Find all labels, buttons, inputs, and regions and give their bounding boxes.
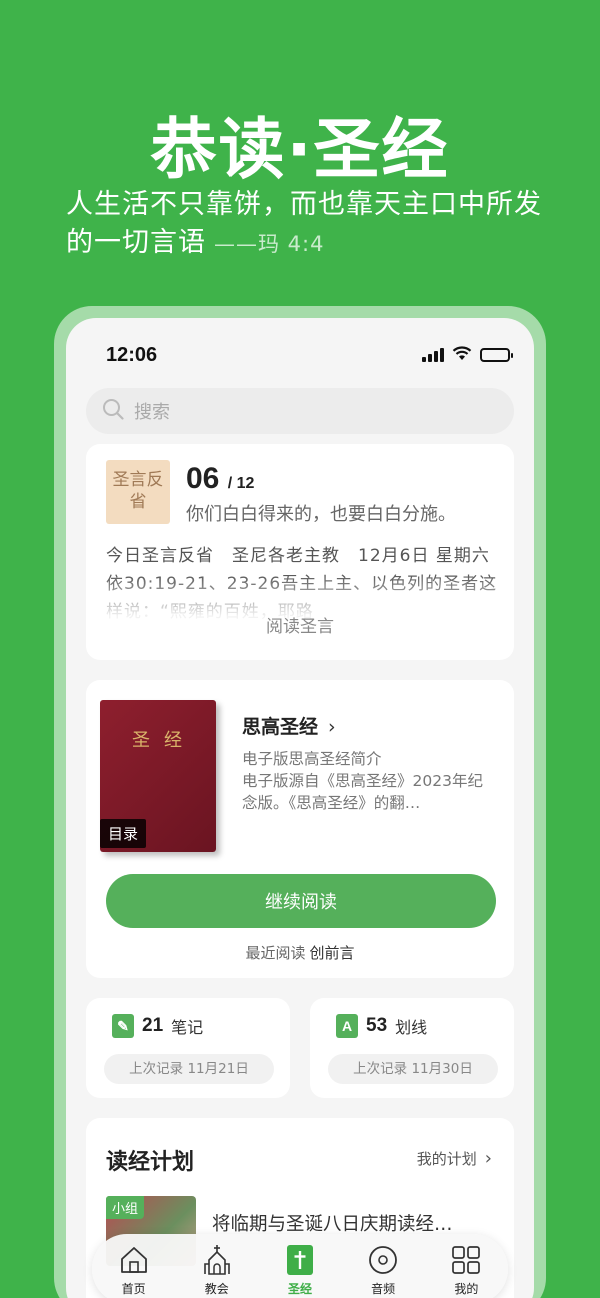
proverb-verse: 你们白白得来的，也要白白分施。 — [186, 504, 456, 525]
recent-chapter: 创前言 — [309, 944, 355, 962]
highlights-header: A 53 划线 — [336, 1014, 427, 1038]
daily-proverb-card[interactable]: 圣言反省 06 / 12 你们白白得来的，也要白白分施。 今日圣言反省 圣尼各老… — [86, 444, 514, 660]
notes-header: ✎ 21 笔记 — [112, 1014, 203, 1038]
bible-name: 思高圣经 — [242, 716, 319, 738]
hero-title: 恭读·圣经 — [150, 111, 450, 188]
church-icon — [182, 1244, 252, 1276]
status-icons — [422, 345, 513, 365]
chevron-right-icon: › — [328, 716, 336, 738]
bible-description: 电子版思高圣经简介 电子版源自《思高圣经》2023年纪念版。《思高圣经》的翻… — [242, 748, 494, 814]
battery-icon — [480, 348, 513, 362]
plan-item-title[interactable]: 将临期与圣诞八日庆期读经… — [212, 1210, 502, 1236]
proverb-day: 06 — [186, 462, 220, 495]
status-time: 12:06 — [106, 343, 158, 366]
highlights-count: 53 — [366, 1015, 388, 1036]
tab-church[interactable]: 教会 — [182, 1244, 252, 1297]
my-plans-link[interactable]: 我的计划 › — [417, 1148, 492, 1169]
proverb-month: / 12 — [227, 475, 255, 492]
hero-quote: 人生活不只靠饼，而也靠天主口中所发的一切言语 ——玛 4:4 — [66, 186, 546, 263]
highlights-card[interactable]: A 53 划线 上次记录 11月30日 — [310, 998, 514, 1098]
recent-label: 最近阅读 — [245, 944, 306, 962]
tab-home[interactable]: 首页 — [99, 1244, 169, 1297]
tab-bible[interactable]: 圣经 — [254, 1234, 345, 1298]
search-placeholder: 搜索 — [134, 402, 170, 423]
search-bar[interactable]: 搜索 — [86, 388, 514, 434]
tab-home-label: 首页 — [121, 1282, 146, 1296]
toc-button[interactable]: 目录 — [100, 819, 147, 848]
notes-last-record: 上次记录 11月21日 — [104, 1054, 274, 1084]
highlights-label: 划线 — [395, 1018, 428, 1037]
wifi-icon — [452, 345, 472, 365]
signal-icon — [422, 348, 444, 362]
tab-profile[interactable]: 我的 — [431, 1244, 501, 1297]
read-proverb-link[interactable]: 阅读圣言 — [86, 612, 514, 637]
bible-cover-title: 圣经 — [132, 730, 196, 751]
notes-card[interactable]: ✎ 21 笔记 上次记录 11月21日 — [86, 998, 290, 1098]
proverb-tile: 圣言反省 — [106, 460, 170, 524]
chevron-right-icon: › — [484, 1148, 492, 1169]
proverb-date: 06 / 12 — [186, 462, 254, 496]
group-tag: 小组 — [106, 1196, 145, 1219]
bible-desc-rest: 电子版源自《思高圣经》2023年纪念版。《思高圣经》的翻… — [242, 772, 483, 812]
recent-reading[interactable]: 最近阅读 创前言 — [86, 942, 514, 963]
notes-label: 笔记 — [171, 1018, 204, 1037]
disc-icon — [348, 1244, 418, 1276]
tab-bible-label: 圣经 — [287, 1282, 312, 1296]
hero-quote-reference: ——玛 4:4 — [214, 232, 325, 256]
bible-icon — [265, 1244, 335, 1276]
status-bar: 12:06 — [106, 342, 513, 368]
phone-screen: 12:06 搜索 圣言反省 06 / 12 你们白白得来的，也要白白分施。 今日… — [66, 318, 534, 1298]
highlight-icon: A — [336, 1014, 358, 1038]
tab-profile-label: 我的 — [454, 1282, 479, 1296]
bible-desc-line1: 电子版思高圣经简介 — [242, 750, 382, 768]
bible-card: 圣经 目录 思高圣经 › 电子版思高圣经简介 电子版源自《思高圣经》2023年纪念… — [86, 680, 514, 978]
continue-reading-button[interactable]: 继续阅读 — [106, 874, 496, 928]
plan-title: 读经计划 — [106, 1150, 195, 1175]
home-icon — [99, 1244, 169, 1276]
profile-grid-icon — [431, 1244, 501, 1276]
tab-audio[interactable]: 音频 — [348, 1244, 418, 1297]
note-icon: ✎ — [112, 1014, 134, 1038]
tab-church-label: 教会 — [204, 1282, 229, 1296]
bible-cover[interactable]: 圣经 目录 — [100, 700, 216, 852]
search-icon — [102, 398, 124, 424]
tab-audio-label: 音频 — [371, 1282, 396, 1296]
highlights-last-record: 上次记录 11月30日 — [328, 1054, 498, 1084]
bottom-tab-bar: 首页 教会 圣经 音频 我的 — [92, 1234, 508, 1298]
bible-name-link[interactable]: 思高圣经 › — [242, 712, 336, 739]
notes-count: 21 — [142, 1015, 164, 1036]
my-plans-label: 我的计划 — [416, 1150, 477, 1168]
